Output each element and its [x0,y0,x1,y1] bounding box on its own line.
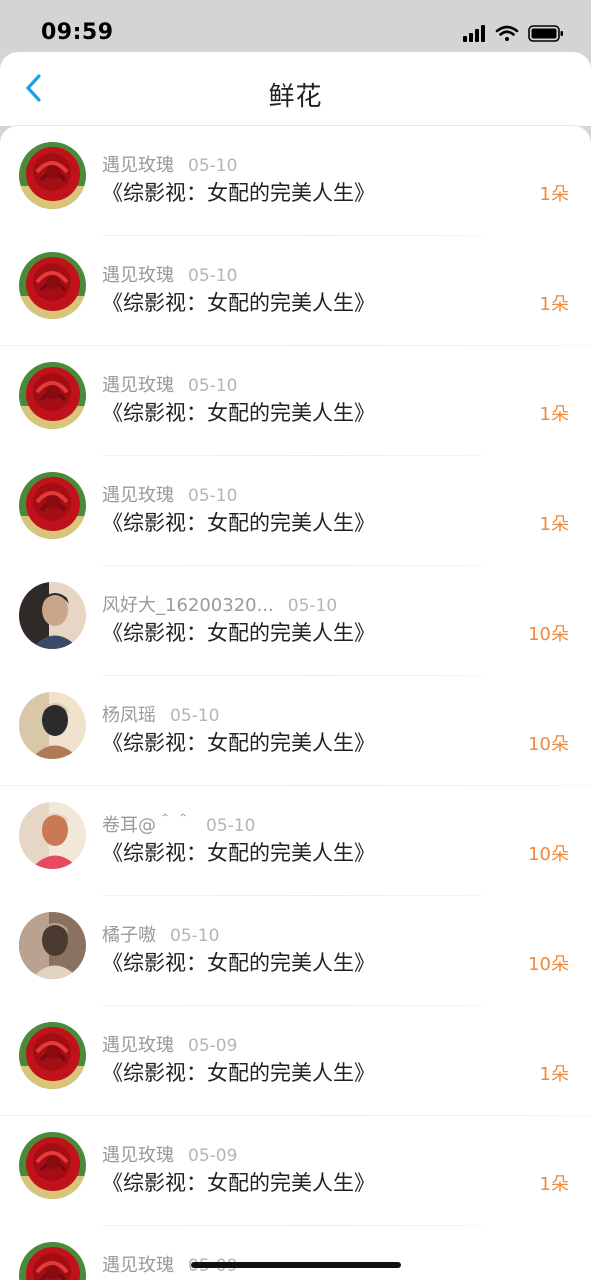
sender-name[interactable]: 遇见玫瑰 [102,485,174,506]
flower-record-list[interactable]: 遇见玫瑰 05-10 《综影视：女配的完美人生》 1朵 遇见玫瑰 05-10 《综影视：女配… [0,126,591,1280]
book-title: 《综影视：女配的完美人生》 [102,1171,375,1195]
avatar[interactable] [19,1132,86,1199]
status-time: 09:59 [41,20,114,45]
avatar-image [19,582,86,649]
flower-count: 10朵 [528,844,569,865]
avatar-image [19,142,86,209]
book-title: 《综影视：女配的完美人生》 [102,511,375,535]
home-indicator [191,1262,401,1268]
sender-name[interactable]: 风好大_16200320... [102,595,274,616]
status-icons [463,24,567,44]
gift-date: 05-10 [287,596,338,616]
status-bar: 09:59 [0,0,591,52]
book-title: 《综影视：女配的完美人生》 [102,841,375,865]
sender-name[interactable]: 卷耳@＾＾ [102,815,192,836]
sender-name[interactable]: 遇见玫瑰 [102,375,174,396]
sender-name[interactable]: 橘子嗷 [102,925,156,946]
avatar[interactable] [19,252,86,319]
sender-name[interactable]: 遇见玫瑰 [102,265,174,286]
sender-name[interactable]: 遇见玫瑰 [102,1035,174,1056]
flower-record-row[interactable]: 风好大_16200320... 05-10 《综影视：女配的完美人生》 10朵 [0,566,591,676]
page-title: 鲜花 [268,82,323,112]
avatar-image [19,252,86,319]
flower-record-row[interactable]: 遇见玫瑰 05-10 《综影视：女配的完美人生》 1朵 [0,456,591,566]
flower-count: 10朵 [528,954,569,975]
sender-name[interactable]: 杨凤瑶 [102,705,156,726]
avatar-image [19,472,86,539]
avatar[interactable] [19,1022,86,1089]
gift-date: 05-10 [188,376,238,396]
flower-record-row[interactable]: 遇见玫瑰 05-10 《综影视：女配的完美人生》 1朵 [0,236,591,346]
nav-header: 鲜花 [0,52,591,126]
avatar[interactable] [19,362,86,429]
battery-icon [528,25,563,42]
avatar[interactable] [19,582,86,649]
flower-count: 1朵 [539,1064,569,1085]
flower-count: 1朵 [539,404,569,425]
flower-count: 1朵 [539,514,569,535]
book-title: 《综影视：女配的完美人生》 [102,731,375,755]
wifi-icon [495,25,519,41]
book-title: 《综影视：女配的完美人生》 [102,291,375,315]
avatar[interactable] [19,912,86,979]
signal-icon [463,25,485,42]
flower-count: 10朵 [528,734,569,755]
avatar-image [19,1242,86,1280]
avatar-image [19,912,86,979]
gift-date: 05-09 [188,1036,238,1056]
sender-name[interactable]: 遇见玫瑰 [102,1145,174,1166]
gift-date: 05-10 [170,706,220,726]
flower-record-row[interactable]: 遇见玫瑰05-09 [0,1226,591,1280]
book-title: 《综影视：女配的完美人生》 [102,401,375,425]
gift-date: 05-10 [188,266,238,286]
sender-name[interactable]: 遇见玫瑰 [102,155,174,176]
sender-name[interactable]: 遇见玫瑰 [102,1255,174,1276]
gift-date: 05-09 [188,1146,238,1166]
flower-record-row[interactable]: 遇见玫瑰 05-09 《综影视：女配的完美人生》 1朵 [0,1116,591,1226]
avatar[interactable] [19,142,86,209]
avatar-image [19,802,86,869]
gift-date: 05-10 [206,816,256,836]
gift-date: 05-10 [188,486,238,506]
flower-count: 1朵 [539,184,569,205]
avatar-image [19,692,86,759]
avatar[interactable] [19,472,86,539]
avatar-image [19,1132,86,1199]
avatar[interactable] [19,1242,86,1280]
avatar-image [19,1022,86,1089]
gift-date: 05-10 [188,156,238,176]
flower-record-row[interactable]: 橘子嗷 05-10 《综影视：女配的完美人生》 10朵 [0,896,591,1006]
flower-count: 1朵 [539,1174,569,1195]
flower-record-row[interactable]: 遇见玫瑰 05-10 《综影视：女配的完美人生》 1朵 [0,126,591,236]
avatar-image [19,362,86,429]
flower-record-row[interactable]: 卷耳@＾＾ 05-10 《综影视：女配的完美人生》 10朵 [0,786,591,896]
flower-count: 1朵 [539,294,569,315]
gift-date: 05-10 [170,926,220,946]
flower-record-row[interactable]: 遇见玫瑰 05-10 《综影视：女配的完美人生》 1朵 [0,346,591,456]
book-title: 《综影视：女配的完美人生》 [102,1061,375,1085]
book-title: 《综影视：女配的完美人生》 [102,181,375,205]
book-title: 《综影视：女配的完美人生》 [102,951,375,975]
book-title: 《综影视：女配的完美人生》 [102,621,375,645]
flower-count: 10朵 [528,624,569,645]
flower-record-row[interactable]: 遇见玫瑰 05-09 《综影视：女配的完美人生》 1朵 [0,1006,591,1116]
avatar[interactable] [19,692,86,759]
flower-record-row[interactable]: 杨凤瑶 05-10 《综影视：女配的完美人生》 10朵 [0,676,591,786]
avatar[interactable] [19,802,86,869]
